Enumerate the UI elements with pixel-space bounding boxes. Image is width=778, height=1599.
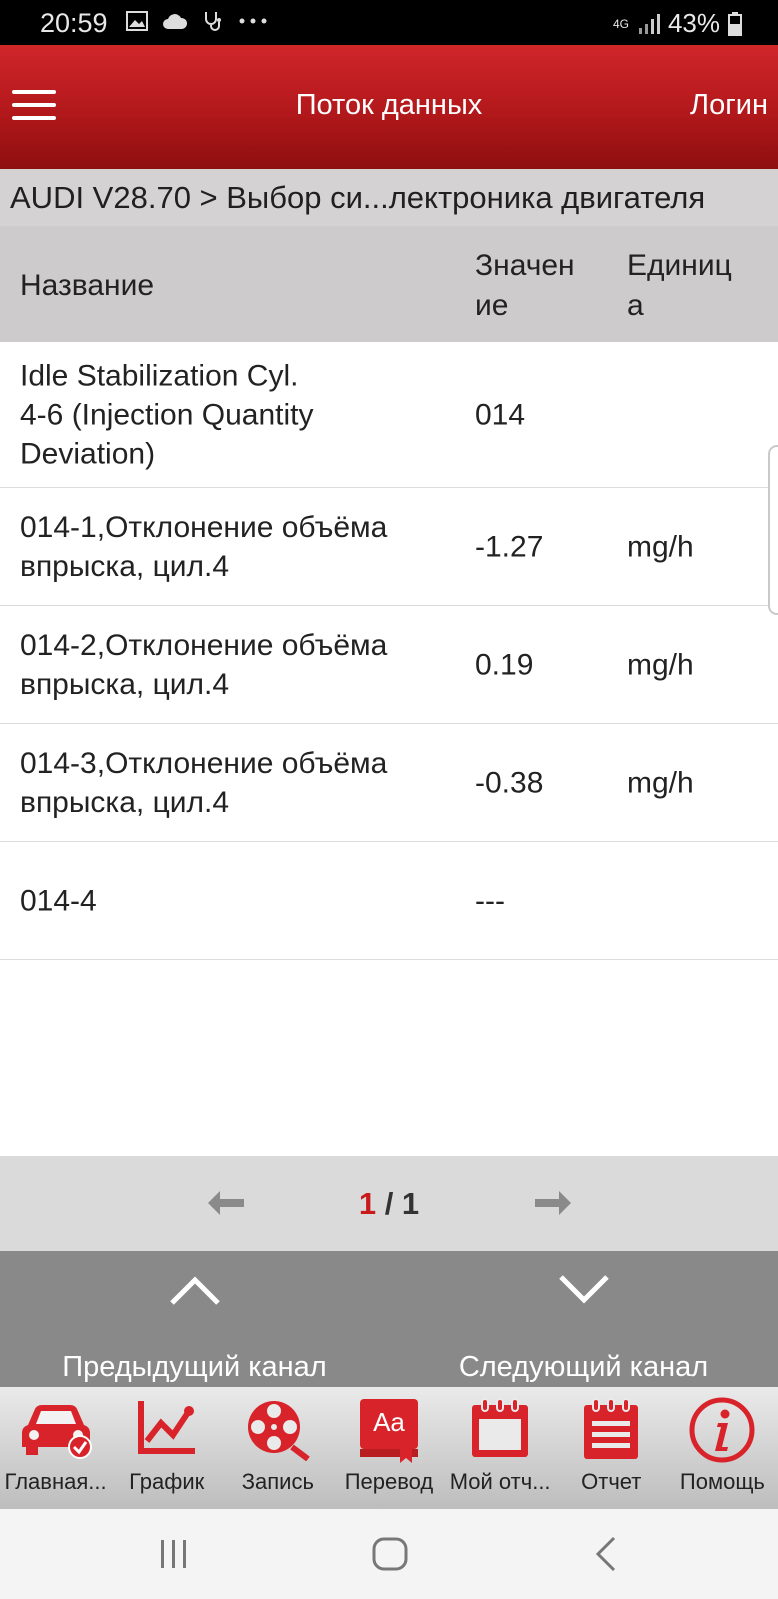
system-navigation-bar	[0, 1509, 778, 1599]
page-title: Поток данных	[295, 89, 483, 121]
next-channel-button[interactable]: Следующий канал	[389, 1251, 778, 1387]
total-pages: / 1	[384, 1186, 420, 1221]
table-row[interactable]: Idle Stabilization Cyl. 4-6 (Injection Q…	[0, 342, 778, 488]
side-scroll-handle[interactable]	[768, 445, 778, 615]
toolbar-my-report-button[interactable]: Мой отч...	[445, 1387, 556, 1509]
film-reel-icon	[247, 1401, 310, 1461]
report-icon	[584, 1398, 639, 1459]
row-value: -1.27	[475, 530, 544, 563]
data-table: Idle Stabilization Cyl. 4-6 (Injection Q…	[0, 342, 778, 960]
cloud-icon	[163, 14, 188, 29]
next-page-arrow-icon[interactable]	[533, 1188, 573, 1218]
row-name: 014-2,Отклонение объёма впрыска, цил.4	[20, 628, 388, 701]
table-row[interactable]: 014-1,Отклонение объёма впрыска, цил.4 -…	[0, 488, 778, 606]
row-value: -0.38	[475, 766, 544, 799]
table-row[interactable]: 014-4 ---	[0, 842, 778, 960]
network-type: 4G	[612, 16, 629, 31]
toolbar-label: Запись	[241, 1469, 314, 1494]
row-unit: mg/h	[627, 766, 694, 799]
home-icon[interactable]	[330, 1509, 450, 1599]
row-name: Idle Stabilization Cyl. 4-6 (Injection Q…	[20, 359, 314, 470]
next-channel-label: Следующий канал	[458, 1351, 709, 1383]
table-header: Название Значен ие Единиц а	[0, 226, 778, 342]
battery-percent: 43%	[667, 8, 720, 38]
toolbar-report-button[interactable]: Отчет	[556, 1387, 667, 1509]
previous-channel-label: Предыдущий канал	[62, 1351, 327, 1383]
toolbar-label: График	[129, 1469, 205, 1494]
signal-icon	[638, 13, 660, 34]
row-name: 014-3,Отклонение объёма впрыска, цил.4	[20, 746, 388, 819]
toolbar-help-button[interactable]: Помощь	[667, 1387, 778, 1509]
chart-icon	[137, 1401, 195, 1454]
row-value: 014	[475, 398, 526, 431]
login-button[interactable]: Логин	[690, 89, 768, 122]
pager: 1 / 1	[0, 1156, 778, 1251]
toolbar-label: Помощь	[679, 1469, 765, 1494]
status-right: 4G 43%	[612, 8, 742, 39]
chevron-down-icon	[558, 1275, 609, 1304]
stethoscope-icon	[205, 12, 221, 31]
channel-navigation: Предыдущий канал Следующий канал	[0, 1251, 778, 1387]
app-header: Поток данных Логин	[0, 45, 778, 169]
breadcrumb: AUDI V28.70 > Выбор си...лектроника двиг…	[0, 169, 778, 226]
toolbar-label: Мой отч...	[449, 1469, 551, 1494]
status-time: 20:59	[40, 8, 108, 38]
previous-channel-button[interactable]: Предыдущий канал	[0, 1251, 389, 1387]
info-icon	[689, 1397, 755, 1463]
toolbar-label: Перевод	[344, 1469, 434, 1494]
column-header-name: Название	[20, 269, 155, 302]
toolbar-home-button[interactable]: Главная...	[0, 1387, 111, 1509]
more-dots-icon	[239, 18, 267, 24]
row-value: ---	[475, 884, 505, 917]
svg-text:Aa: Aa	[373, 1407, 405, 1437]
recent-apps-icon[interactable]	[114, 1509, 234, 1599]
column-header-value: Значен ие	[475, 249, 575, 322]
toolbar-chart-button[interactable]: График	[111, 1387, 222, 1509]
toolbar-label: Главная...	[4, 1469, 107, 1494]
row-name: 014-1,Отклонение объёма впрыска, цил.4	[20, 510, 388, 583]
status-bar: 20:59 4G 43%	[0, 0, 778, 45]
back-icon[interactable]	[546, 1509, 666, 1599]
bottom-toolbar: Главная... График Запись Aa Перевод Мой …	[0, 1387, 778, 1509]
toolbar-record-button[interactable]: Запись	[222, 1387, 333, 1509]
row-unit: mg/h	[627, 530, 694, 563]
calendar-icon	[472, 1398, 529, 1457]
table-row[interactable]: 014-2,Отклонение объёма впрыска, цил.4 0…	[0, 606, 778, 724]
chevron-up-icon	[169, 1276, 220, 1305]
status-notification-icons	[126, 10, 268, 32]
row-name: 014-4	[20, 884, 97, 917]
image-icon	[126, 11, 148, 31]
row-unit: mg/h	[627, 648, 694, 681]
column-header-unit: Единиц а	[627, 249, 732, 322]
toolbar-translate-button[interactable]: Aa Перевод	[333, 1387, 444, 1509]
battery-icon	[728, 11, 742, 36]
translate-icon: Aa	[359, 1399, 418, 1463]
page-indicator: 1 / 1	[0, 1186, 778, 1222]
current-page: 1	[358, 1186, 377, 1221]
car-check-icon	[21, 1405, 92, 1459]
toolbar-label: Отчет	[581, 1469, 642, 1494]
table-row[interactable]: 014-3,Отклонение объёма впрыска, цил.4 -…	[0, 724, 778, 842]
row-value: 0.19	[475, 648, 534, 681]
